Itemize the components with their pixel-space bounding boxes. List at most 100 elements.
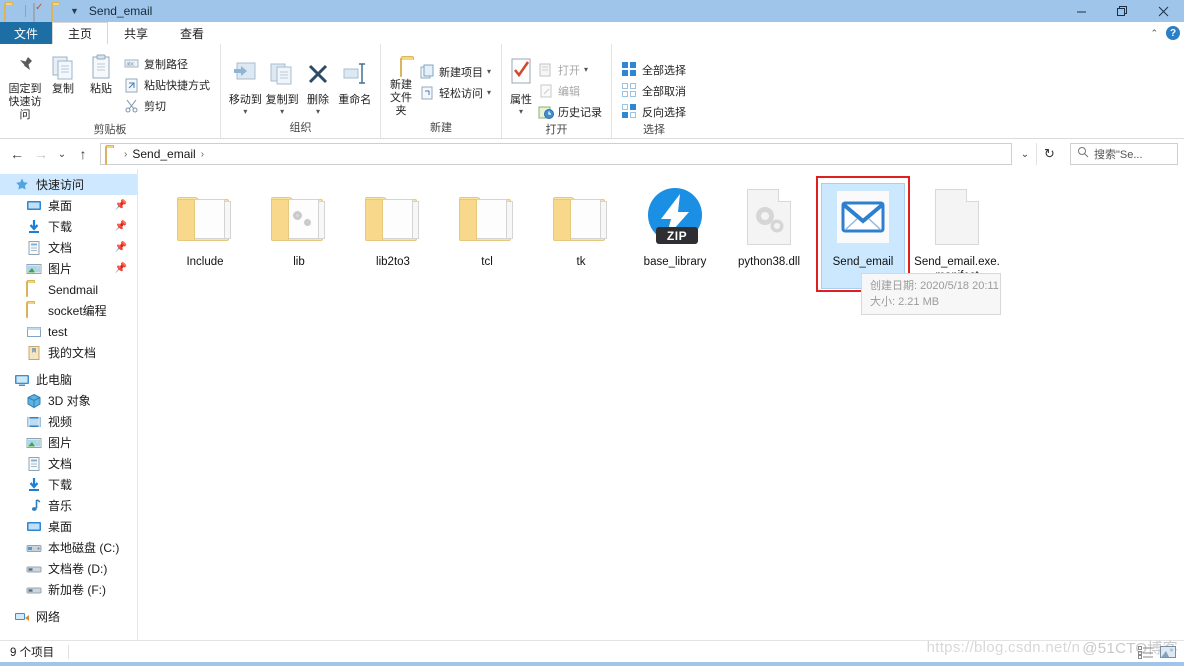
breadcrumb-separator: ›	[124, 148, 128, 160]
sidebar-item-downloads[interactable]: 下载 📌	[0, 216, 137, 237]
sidebar-item-videos[interactable]: 视频	[0, 411, 137, 432]
sidebar-item-my-documents[interactable]: 我的文档	[0, 342, 137, 363]
file-item[interactable]: ZIP base_library	[628, 181, 722, 291]
minimize-button[interactable]	[1061, 0, 1102, 22]
details-view-icon[interactable]	[1138, 645, 1154, 659]
file-item[interactable]: lib	[252, 181, 346, 291]
close-button[interactable]	[1143, 0, 1184, 22]
tab-home[interactable]: 主页	[52, 22, 109, 44]
sidebar-item-desktop[interactable]: 桌面	[0, 516, 137, 537]
pin-to-quick-access-button[interactable]: 固定到快速访问	[6, 49, 44, 122]
search-input[interactable]: 搜索"Se...	[1070, 143, 1178, 165]
recent-locations-icon[interactable]: ⌄	[54, 142, 70, 166]
chevron-down-icon[interactable]: ▼	[70, 6, 79, 16]
back-button[interactable]: ←	[6, 142, 28, 166]
file-item[interactable]: python38.dll	[722, 181, 816, 291]
pin-icon[interactable]: 📌	[115, 221, 127, 232]
sidebar-item-test[interactable]: test	[0, 321, 137, 342]
breadcrumb-item-send-email[interactable]: Send_email	[130, 147, 197, 161]
sidebar-item-new-volume-f[interactable]: 新加卷 (F:)	[0, 579, 137, 600]
chevron-down-icon[interactable]: ▾	[280, 108, 284, 116]
title-bar: ▼ Send_email	[0, 0, 1184, 22]
sidebar-item-pictures[interactable]: 图片	[0, 432, 137, 453]
sidebar-item-sendmail[interactable]: Sendmail	[0, 279, 137, 300]
chevron-down-icon[interactable]: ▾	[243, 108, 247, 116]
sidebar-label: 视频	[48, 415, 73, 429]
file-item[interactable]: tk	[534, 181, 628, 291]
rename-button[interactable]: 重命名	[335, 57, 374, 107]
cut-button[interactable]: 剪切	[120, 95, 214, 116]
copy-to-button[interactable]: 复制到 ▾	[264, 57, 301, 116]
pin-icon[interactable]: 📌	[115, 242, 127, 253]
edit-button[interactable]: 编辑	[534, 80, 606, 101]
scissors-icon	[124, 98, 140, 114]
forward-button[interactable]: →	[30, 142, 52, 166]
file-item[interactable]: Include	[158, 181, 252, 291]
sidebar-item-local-disk-c[interactable]: 本地磁盘 (C:)	[0, 537, 137, 558]
paste-button[interactable]: 粘贴	[82, 49, 120, 96]
sidebar-item-this-pc[interactable]: 此电脑	[0, 369, 137, 390]
sidebar-item-quick-access[interactable]: 快速访问	[0, 174, 137, 195]
help-icon[interactable]: ?	[1166, 26, 1180, 40]
easy-access-button[interactable]: 轻松访问 ▾	[415, 82, 495, 103]
chevron-down-icon[interactable]: ▾	[519, 108, 523, 116]
sidebar-item-documents[interactable]: 文档 📌	[0, 237, 137, 258]
sidebar-item-network[interactable]: 网络	[0, 606, 137, 627]
maximize-button[interactable]	[1102, 0, 1143, 22]
invert-selection-button[interactable]: 反向选择	[618, 101, 690, 122]
chevron-down-icon[interactable]: ▾	[584, 65, 588, 74]
sidebar-item-documents[interactable]: 文档	[0, 453, 137, 474]
history-icon	[538, 104, 554, 120]
tab-view[interactable]: 查看	[164, 22, 220, 44]
svg-text:abc: abc	[127, 61, 136, 67]
ribbon-group-organize: 移动到 ▾ 复制到 ▾ 删除 ▾ 重命名 组织	[220, 44, 380, 138]
sidebar-item-documents-volume-d[interactable]: 文档卷 (D:)	[0, 558, 137, 579]
delete-button[interactable]: 删除 ▾	[301, 57, 336, 116]
select-none-button[interactable]: 全部取消	[618, 80, 690, 101]
sidebar-item-downloads[interactable]: 下载	[0, 474, 137, 495]
refresh-icon[interactable]: ↻	[1036, 143, 1062, 165]
sidebar-label: 文档	[48, 241, 73, 255]
tab-share[interactable]: 共享	[108, 22, 164, 44]
breadcrumb-separator[interactable]: ›	[201, 149, 204, 160]
properties-button[interactable]: 属性 ▾	[508, 53, 534, 116]
pin-icon[interactable]: 📌	[115, 200, 127, 211]
breadcrumb[interactable]: › Send_email ›	[100, 143, 1012, 165]
view-mode-buttons	[1138, 645, 1176, 659]
system-drive-icon	[26, 540, 42, 556]
folder-icon[interactable]	[4, 3, 18, 22]
sidebar-item-3d-objects[interactable]: 3D 对象	[0, 390, 137, 411]
ribbon-group-title-open: 打开	[545, 124, 568, 136]
address-bar-actions: ⌄ ↻	[1014, 143, 1062, 165]
sidebar-item-music[interactable]: 音乐	[0, 495, 137, 516]
tab-file[interactable]: 文件	[0, 22, 53, 44]
properties-icon[interactable]	[33, 3, 47, 22]
chevron-down-icon[interactable]: ▾	[487, 88, 491, 97]
paste-shortcut-button[interactable]: 粘贴快捷方式	[120, 74, 214, 95]
open-button[interactable]: 打开 ▾	[534, 59, 606, 80]
up-button[interactable]: ↑	[72, 142, 94, 166]
sidebar-item-pictures[interactable]: 图片 📌	[0, 258, 137, 279]
search-icon	[1077, 145, 1089, 163]
file-list-pane[interactable]: Include lib lib2to3 tcl tk ZIP base_libr…	[138, 169, 1184, 640]
collapse-ribbon-icon[interactable]: ⌃	[1150, 28, 1158, 39]
folder-icon[interactable]	[51, 3, 65, 22]
sidebar-item-desktop[interactable]: 桌面 📌	[0, 195, 137, 216]
new-item-button[interactable]: 新建项目 ▾	[415, 61, 495, 82]
copy-path-button[interactable]: abc 复制路径	[120, 53, 214, 74]
sidebar-item-socket-programming[interactable]: socket编程	[0, 300, 137, 321]
chevron-down-icon[interactable]: ▾	[487, 67, 491, 76]
copy-button[interactable]: 复制	[44, 49, 82, 96]
address-dropdown-icon[interactable]: ⌄	[1014, 143, 1036, 165]
file-thumbnail	[267, 185, 331, 249]
select-all-button[interactable]: 全部选择	[618, 59, 690, 80]
chevron-down-icon[interactable]: ▾	[316, 108, 320, 116]
large-icons-view-icon[interactable]	[1160, 645, 1176, 659]
pin-icon[interactable]: 📌	[115, 263, 127, 274]
history-button[interactable]: 历史记录	[534, 101, 606, 122]
file-item[interactable]: tcl	[440, 181, 534, 291]
download-icon	[26, 477, 42, 493]
file-item[interactable]: lib2to3	[346, 181, 440, 291]
new-folder-button[interactable]: 新建文件夹	[387, 55, 415, 118]
move-to-button[interactable]: 移动到 ▾	[227, 57, 264, 116]
